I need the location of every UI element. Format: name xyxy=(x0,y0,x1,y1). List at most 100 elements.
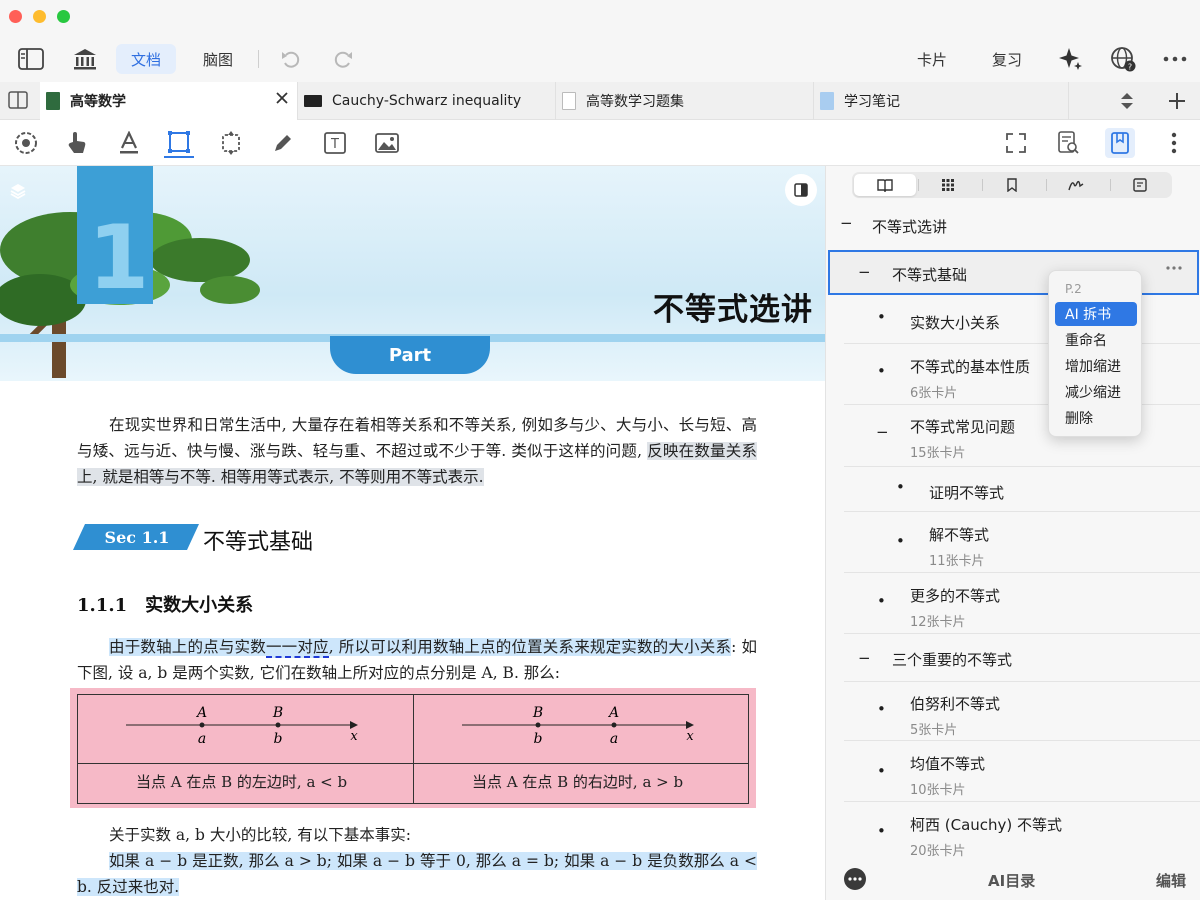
bullet-marker: • xyxy=(896,532,905,550)
card-count: 6张卡片 xyxy=(910,386,958,401)
fullscreen-icon[interactable] xyxy=(1001,128,1031,158)
caption-left: 当点 A 在点 B 的左边时, a < b xyxy=(136,773,348,791)
tab-exercise-book[interactable]: 高等数学习题集 xyxy=(556,82,814,120)
image-icon[interactable] xyxy=(372,128,402,158)
bullet-marker: • xyxy=(877,700,886,718)
split-view-icon[interactable] xyxy=(8,91,28,109)
toggle-panel-icon[interactable] xyxy=(785,174,817,206)
section-title: 不等式基础 xyxy=(203,530,314,555)
tab-cauchy-schwarz[interactable]: Cauchy-Schwarz inequality xyxy=(298,82,556,120)
bullet-marker: • xyxy=(877,762,886,780)
toc-item-title: 解不等式 xyxy=(929,526,990,544)
p2-highlight-b[interactable]: , 所以可以利用数轴上点的位置关系来规定实数的大小关系 xyxy=(328,638,732,656)
point-label-B: B xyxy=(272,705,283,721)
number-line-figure: A B a b x B A b a x 当点 A 在点 B 的左边时, a < … xyxy=(77,694,749,804)
toc-item-title: 三个重要的不等式 xyxy=(892,651,1013,669)
subsection-title: 1.1.1 实数大小关系 xyxy=(77,595,254,616)
bullet-marker: • xyxy=(877,822,886,840)
minimize-window-button[interactable] xyxy=(33,10,46,23)
menu-outdent[interactable]: 减少缩进 xyxy=(1055,380,1137,404)
tab-label: Cauchy-Schwarz inequality xyxy=(332,93,522,109)
toc-item-title: 不等式选讲 xyxy=(872,218,948,236)
p2-highlight-a[interactable]: 由于数轴上的点与实数 xyxy=(109,638,266,656)
ai-toc-button[interactable]: AI目录 xyxy=(988,870,1035,891)
row-more-icon[interactable] xyxy=(1166,266,1182,270)
tab-gaodeng-shuxue[interactable]: 高等数学 xyxy=(40,82,298,120)
collapse-marker[interactable]: − xyxy=(858,263,871,281)
p2-underline[interactable]: 一一对应 xyxy=(265,638,329,658)
document-thumb-icon xyxy=(562,92,576,110)
main-toolbar: 文档 脑图 卡片 复习 ? xyxy=(0,36,1200,82)
cards-button[interactable]: 卡片 xyxy=(906,44,958,74)
layers-icon[interactable] xyxy=(9,182,27,200)
annotation-toolbar: T xyxy=(0,120,1200,166)
figure-row-divider xyxy=(78,763,748,764)
basic-fact-highlight[interactable]: 如果 a − b 是正数, 那么 a > b; 如果 a − b 等于 0, 那… xyxy=(77,852,757,896)
axis-label-x: x xyxy=(686,729,694,744)
rect-select-icon[interactable] xyxy=(164,128,194,158)
card-count: 15张卡片 xyxy=(910,446,966,461)
bookmark-view-icon[interactable] xyxy=(981,174,1043,196)
menu-rename[interactable]: 重命名 xyxy=(1055,328,1137,352)
sidebar-toggle-icon[interactable] xyxy=(16,44,46,74)
toc-separator xyxy=(844,404,1200,405)
vertical-more-icon[interactable] xyxy=(1159,128,1189,158)
doc-mode-button[interactable]: 文档 xyxy=(116,44,176,74)
toc-selected-highlight xyxy=(828,250,1199,295)
web-help-icon[interactable]: ? xyxy=(1108,44,1138,74)
review-button[interactable]: 复习 xyxy=(980,44,1034,74)
edit-button[interactable]: 编辑 xyxy=(1156,870,1186,891)
close-window-button[interactable] xyxy=(9,10,22,23)
undo-icon[interactable] xyxy=(276,44,306,74)
redo-icon[interactable] xyxy=(328,44,358,74)
axis-label-x: x xyxy=(350,729,358,744)
close-tab-icon[interactable] xyxy=(275,91,289,105)
toc-item-title: 不等式的基本性质 xyxy=(910,358,1031,376)
panel-footer: AI目录 编辑 xyxy=(826,862,1200,900)
card-count: 20张卡片 xyxy=(910,844,966,859)
more-options-icon[interactable] xyxy=(1160,44,1190,74)
mindmap-mode-button[interactable]: 脑图 xyxy=(190,44,246,74)
document-viewer[interactable]: 1 不等式选讲 Part 在现实世界和日常生活中, 大量存在着相等关系和不等关系… xyxy=(0,166,825,900)
svg-text:?: ? xyxy=(1128,63,1132,72)
point-label-A: A xyxy=(195,705,207,721)
number-line-right: B A b a x xyxy=(462,705,694,747)
new-tab-icon[interactable] xyxy=(1168,92,1186,110)
toc-separator xyxy=(844,572,1200,573)
tab-sort-icon[interactable] xyxy=(1120,92,1134,110)
value-label-b: b xyxy=(274,731,283,747)
menu-indent[interactable]: 增加缩进 xyxy=(1055,354,1137,378)
library-icon[interactable] xyxy=(70,44,100,74)
ai-sparkle-icon[interactable] xyxy=(1056,44,1086,74)
notes-view-icon[interactable] xyxy=(1109,174,1171,196)
hand-tool-icon[interactable] xyxy=(62,128,92,158)
collapse-marker[interactable]: − xyxy=(876,423,889,441)
collapse-marker[interactable]: − xyxy=(858,649,871,667)
text-box-icon[interactable]: T xyxy=(320,128,350,158)
collapse-marker[interactable]: − xyxy=(840,214,853,232)
grid-view-icon[interactable] xyxy=(917,174,979,196)
zoom-window-button[interactable] xyxy=(57,10,70,23)
toc-separator xyxy=(844,343,1200,344)
title-bar xyxy=(0,0,1200,36)
footer-more-icon[interactable] xyxy=(844,868,866,890)
section-badge: Sec 1.1 xyxy=(73,524,199,550)
toc-separator xyxy=(844,633,1200,634)
toolbar-divider xyxy=(258,50,259,68)
reading-settings-icon[interactable] xyxy=(11,128,41,158)
toc-item-title: 实数大小关系 xyxy=(910,314,1001,332)
outline-panel-icon[interactable] xyxy=(1105,128,1135,158)
toc-view-icon[interactable] xyxy=(854,174,916,196)
menu-delete[interactable]: 删除 xyxy=(1055,406,1137,430)
search-document-icon[interactable] xyxy=(1053,128,1083,158)
tab-bar: 高等数学 Cauchy-Schwarz inequality 高等数学习题集 学… xyxy=(0,82,1200,120)
panel-view-switcher xyxy=(852,172,1172,198)
toc-item-title: 更多的不等式 xyxy=(910,587,1001,605)
pen-icon[interactable] xyxy=(268,128,298,158)
card-count: 10张卡片 xyxy=(910,783,966,798)
text-highlight-icon[interactable] xyxy=(114,128,144,158)
handwriting-view-icon[interactable] xyxy=(1045,174,1107,196)
expand-frame-icon[interactable] xyxy=(216,128,246,158)
tab-study-notes[interactable]: 学习笔记 xyxy=(814,82,1069,120)
menu-ai-split-book[interactable]: AI 拆书 xyxy=(1055,302,1137,326)
